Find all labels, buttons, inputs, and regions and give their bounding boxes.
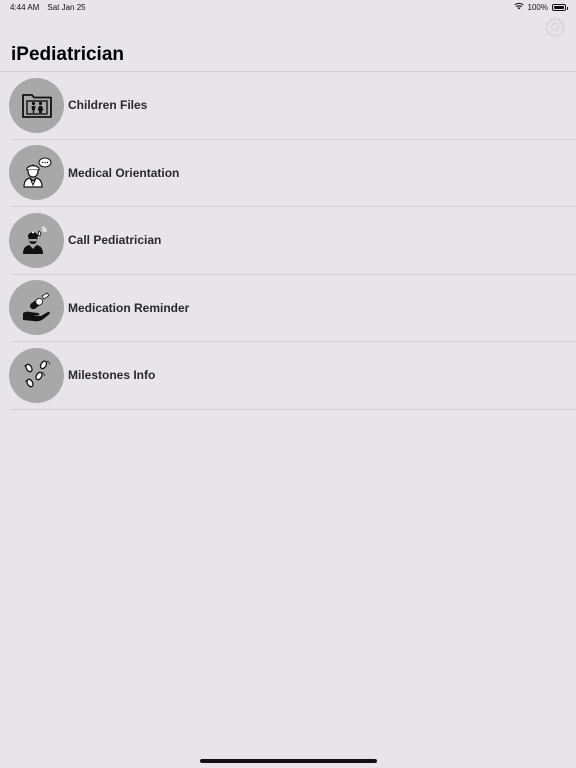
battery-percent: 100% [527, 2, 548, 12]
menu-item-label: Call Pediatrician [68, 233, 162, 248]
children-folder-icon [9, 77, 64, 133]
menu-item-medication-reminder[interactable]: Medication Reminder [9, 275, 576, 342]
menu-item-label: Milestones Info [68, 368, 156, 383]
status-date: Sat Jan 25 [47, 2, 86, 12]
medication-hand-icon [9, 280, 64, 336]
menu-item-label: Medical Orientation [68, 165, 180, 180]
wifi-icon [513, 2, 524, 12]
page-title: iPediatrician [11, 44, 124, 65]
menu-item-call-pediatrician[interactable]: Call Pediatrician [9, 207, 576, 275]
menu-list: Children Files Medical Orientation Call … [0, 71, 576, 410]
settings-button[interactable] [542, 14, 568, 40]
gear-icon [544, 16, 566, 38]
battery-fill [554, 5, 564, 9]
home-indicator[interactable] [200, 759, 377, 763]
battery-icon [552, 3, 568, 11]
doctor-call-icon [9, 212, 64, 268]
menu-item-label: Children Files [68, 98, 148, 113]
footprints-icon [9, 347, 64, 403]
status-bar: 4:44 AM Sat Jan 25 100% [0, 0, 576, 14]
menu-item-label: Medication Reminder [68, 300, 190, 315]
menu-item-milestones-info[interactable]: Milestones Info [9, 342, 576, 410]
menu-item-children-files[interactable]: Children Files [9, 72, 576, 140]
menu-item-medical-orientation[interactable]: Medical Orientation [9, 140, 576, 207]
app-screen: 4:44 AM Sat Jan 25 100% iPediatrician Ch… [0, 0, 576, 768]
status-time: 4:44 AM [10, 2, 40, 12]
doctor-chat-icon [9, 145, 64, 201]
